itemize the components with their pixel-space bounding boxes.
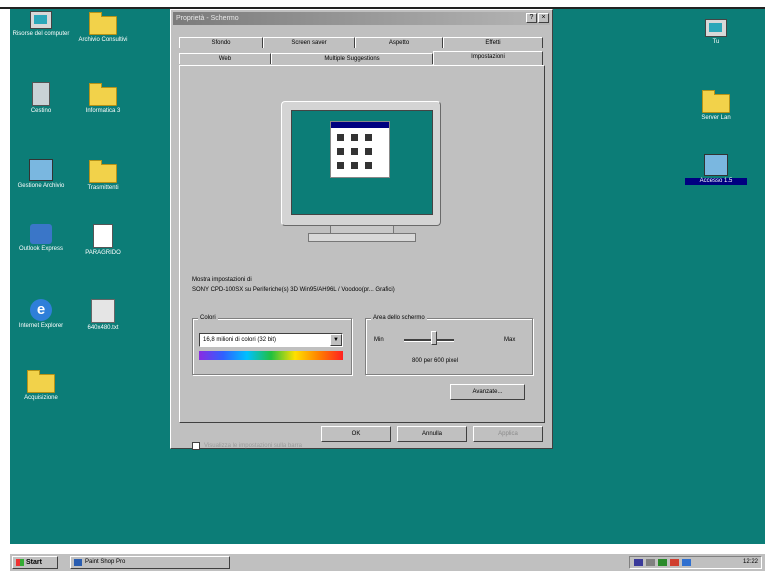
- desktop-icon-label: Acquisizione: [24, 395, 58, 401]
- desktop-icon-folder[interactable]: Informatica 3: [72, 82, 134, 115]
- tab-appearance[interactable]: Aspetto: [355, 37, 443, 48]
- preview-window: [330, 121, 390, 178]
- cancel-button[interactable]: Annulla: [397, 426, 467, 442]
- colors-group: Colori 16,8 milioni di colori (32 bit) ▼: [192, 314, 352, 375]
- tab-screen-saver[interactable]: Screen saver: [263, 37, 355, 48]
- desktop-icon-label: Accesso 1.5: [685, 178, 747, 185]
- network-icon: [29, 159, 53, 181]
- tray-network-icon[interactable]: [646, 559, 655, 566]
- desktop-icon-label: Internet Explorer: [18, 323, 64, 329]
- tool-icon: [91, 299, 115, 323]
- screen-area-group: Area dello schermo Min Max 800 per 600 p…: [365, 314, 533, 375]
- desktop-icon-my-computer[interactable]: Risorse del computer: [10, 11, 72, 38]
- tab-background[interactable]: Sfondo: [179, 37, 263, 48]
- desktop-icon-tool[interactable]: 640x480.txt: [72, 299, 134, 332]
- taskbar-item-label: Paint Shop Pro: [85, 559, 126, 565]
- computer-icon: [30, 11, 52, 29]
- tab-multiple-suggestions[interactable]: Multiple Suggestions: [271, 53, 433, 64]
- folder-icon: [702, 90, 730, 113]
- dialog-title: Proprietà - Schermo: [176, 15, 239, 22]
- taskbar-item-paint-shop-pro[interactable]: Paint Shop Pro: [70, 556, 230, 569]
- desktop-icon-folder[interactable]: Archivio Consultivi: [72, 11, 134, 44]
- colors-caption: Colori: [198, 314, 218, 322]
- resolution-value: 800 per 600 pixel: [412, 358, 459, 364]
- display-properties-dialog: Proprietà - Schermo ? × Sfondo Screen sa…: [170, 9, 553, 450]
- tab-web[interactable]: Web: [179, 53, 271, 64]
- start-label: Start: [26, 559, 42, 566]
- internet-explorer-icon: e: [30, 299, 52, 321]
- resolution-slider-thumb[interactable]: [431, 331, 437, 345]
- windows-logo-icon: [16, 558, 24, 566]
- folder-icon: [89, 160, 117, 183]
- desktop-icon-document[interactable]: PARAGRIDO: [72, 224, 134, 257]
- desktop-icon-network[interactable]: Accesso 1.5: [685, 154, 747, 185]
- slider-max-label: Max: [504, 337, 516, 343]
- desktop-icon-internet-explorer[interactable]: e Internet Explorer: [10, 299, 72, 330]
- screen-area-caption: Area dello schermo: [371, 314, 427, 322]
- tab-effects[interactable]: Effetti: [443, 37, 543, 48]
- desktop-icon-label: Cestino: [30, 108, 52, 114]
- monitor-preview: [281, 101, 441, 226]
- tab-row-2: Web Multiple Suggestions Impostazioni: [179, 51, 543, 65]
- desktop-icon-label: PARAGRIDO: [85, 250, 121, 256]
- desktop-icon-recycle-bin[interactable]: Cestino: [10, 82, 72, 115]
- close-button[interactable]: ×: [538, 13, 549, 23]
- chevron-down-icon[interactable]: ▼: [330, 334, 342, 346]
- start-button[interactable]: Start: [12, 556, 58, 569]
- recycle-bin-icon: [32, 82, 50, 106]
- desktop-icon-folder[interactable]: Server Lan: [685, 89, 747, 122]
- advanced-button[interactable]: Avanzate...: [450, 384, 525, 400]
- desktop-icon-label: Tu: [712, 39, 720, 45]
- desktop-icon-label: 640x480.txt: [87, 325, 119, 331]
- network-icon: [704, 154, 728, 176]
- taskbar: Start Paint Shop Pro 12:22: [10, 553, 765, 571]
- display-label: Mostra impostazioni di: [192, 277, 252, 283]
- monitor-screen: [291, 110, 433, 215]
- ok-button[interactable]: OK: [321, 426, 391, 442]
- tray-volume-icon[interactable]: [658, 559, 667, 566]
- desktop-icon-label: Risorse del computer: [12, 31, 70, 37]
- tray-antivirus-icon[interactable]: [670, 559, 679, 566]
- desktop-icon-label: Server Lan: [701, 115, 731, 121]
- monitor-base: [308, 233, 416, 242]
- slider-min-label: Min: [374, 337, 384, 343]
- tray-monitor-icon[interactable]: [634, 559, 643, 566]
- desktop-icon-outlook-express[interactable]: Outlook Express: [10, 224, 72, 253]
- desktop-icon-label: Trasmittenti: [87, 185, 119, 191]
- help-icon: ?: [529, 14, 534, 21]
- colors-select[interactable]: 16,8 milioni di colori (32 bit) ▼: [199, 333, 343, 347]
- settings-panel: Mostra impostazioni di SONY CPD-100SX su…: [179, 65, 545, 450]
- close-icon: ×: [541, 14, 546, 21]
- desktop-icon-folder[interactable]: Trasmittenti: [72, 159, 134, 192]
- folder-icon: [89, 12, 117, 35]
- folder-icon: [89, 83, 117, 106]
- clock[interactable]: 12:22: [743, 557, 758, 568]
- desktop-icon-network[interactable]: Gestione Archivio: [10, 159, 72, 190]
- apply-button[interactable]: Applica: [473, 426, 543, 442]
- tray-task-icon[interactable]: [682, 559, 691, 566]
- show-settings-checkbox[interactable]: [192, 442, 200, 450]
- paint-shop-pro-icon: [74, 559, 82, 566]
- tab-row-1: Sfondo Screen saver Aspetto Effetti: [179, 37, 543, 48]
- dialog-titlebar[interactable]: Proprietà - Schermo ? ×: [173, 12, 550, 25]
- system-tray: 12:22: [629, 556, 762, 569]
- display-value: SONY CPD-100SX su Periferiche(s) 3D Win9…: [192, 287, 395, 293]
- computer-icon: [705, 19, 727, 37]
- folder-icon: [27, 370, 55, 393]
- help-button[interactable]: ?: [526, 13, 537, 23]
- colors-selected-value: 16,8 milioni di colori (32 bit): [203, 337, 277, 343]
- desktop-icon-folder[interactable]: Acquisizione: [10, 369, 72, 402]
- desktop-icon-label: Gestione Archivio: [17, 183, 65, 189]
- color-spectrum-bar: [199, 351, 343, 360]
- tab-settings[interactable]: Impostazioni: [433, 51, 543, 65]
- outlook-express-icon: [30, 224, 52, 244]
- show-settings-label: Visualizza le impostazioni sulla barra: [204, 443, 302, 449]
- resolution-slider-track[interactable]: [404, 339, 454, 342]
- desktop-icon-computer[interactable]: Tu: [685, 19, 747, 46]
- desktop-icon-label: Outlook Express: [18, 246, 64, 252]
- document-icon: [93, 224, 113, 248]
- desktop-icon-label: Informatica 3: [85, 108, 121, 114]
- desktop-icon-label: Archivio Consultivi: [78, 37, 128, 43]
